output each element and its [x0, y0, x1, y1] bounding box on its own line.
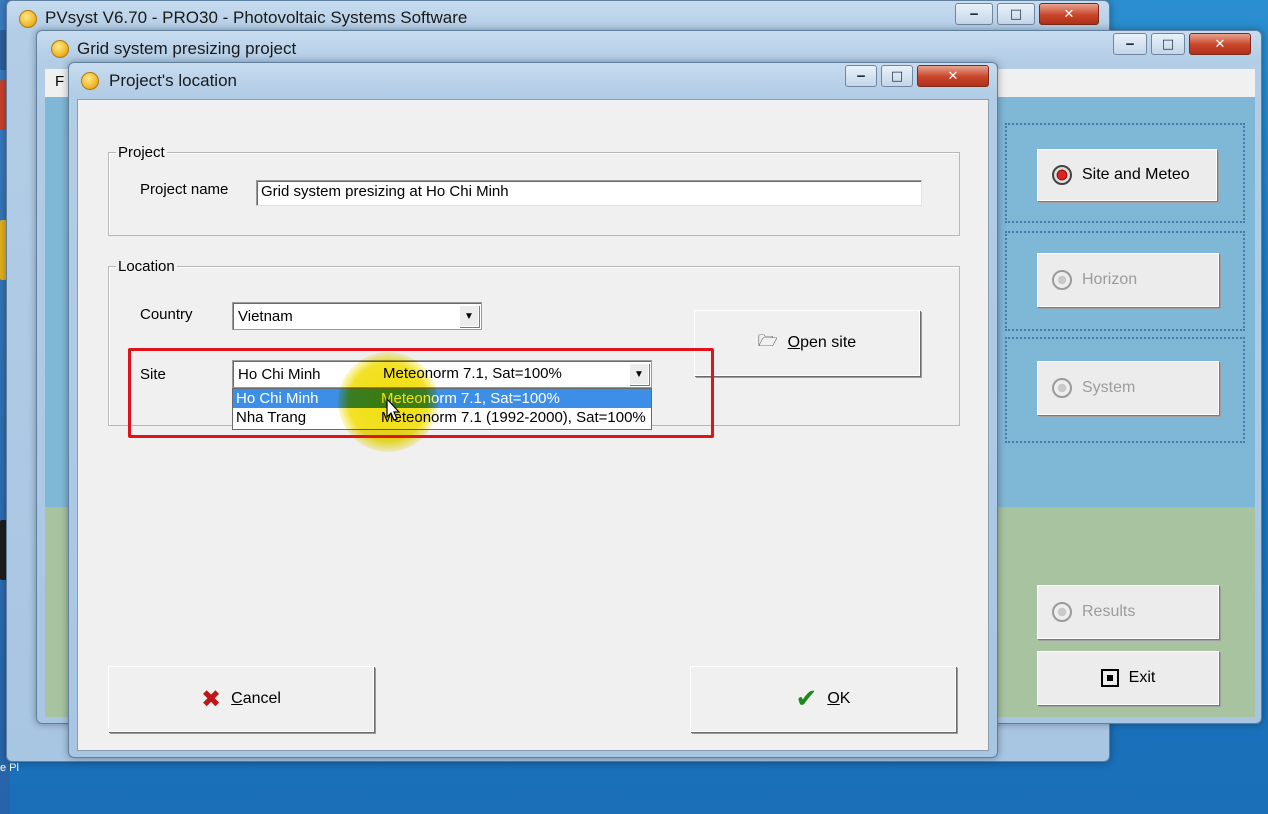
exit-button[interactable]: Exit [1037, 651, 1219, 705]
status-dot-icon [1052, 165, 1072, 185]
close-icon: ✕ [1214, 36, 1226, 52]
desktop-label: e Pl [0, 762, 19, 774]
close-button[interactable]: ✕ [1039, 3, 1099, 25]
menu-file[interactable]: F [55, 73, 64, 90]
chevron-down-icon[interactable]: ▼ [459, 305, 479, 327]
location-group-title: Location [116, 258, 177, 275]
results-label: Results [1082, 603, 1136, 620]
folder-open-icon: 🗁 [757, 332, 778, 350]
results-button[interactable]: Results [1037, 585, 1219, 639]
maximize-icon: □ [1009, 6, 1023, 22]
cancel-icon: ✖ [201, 685, 222, 713]
project-window-title: Grid system presizing project [77, 39, 297, 58]
project-group-title: Project [116, 144, 167, 161]
close-icon: ✕ [947, 68, 959, 84]
open-site-label: Open site [787, 334, 857, 351]
maximize-icon: □ [1161, 36, 1175, 52]
minimize-icon: ‒ [856, 68, 866, 84]
horizon-label: Horizon [1082, 271, 1138, 288]
main-window-title: PVsyst V6.70 - PRO30 - Photovoltaic Syst… [45, 8, 468, 27]
horizon-button[interactable]: Horizon [1037, 253, 1219, 307]
minimize-button[interactable]: ‒ [845, 65, 877, 87]
status-dot-icon [1052, 602, 1072, 622]
country-select[interactable]: Vietnam ▼ [232, 302, 482, 330]
close-button[interactable]: ✕ [1189, 33, 1251, 55]
checkmark-icon: ✔ [795, 684, 818, 714]
maximize-button[interactable]: □ [881, 65, 913, 87]
cancel-button[interactable]: ✖ Cancel [108, 666, 374, 732]
open-site-button[interactable]: 🗁 Open site [694, 310, 920, 376]
close-icon: ✕ [1063, 6, 1075, 22]
country-label: Country [140, 306, 193, 323]
minimize-button[interactable]: ‒ [1113, 33, 1147, 55]
project-name-label: Project name [140, 181, 229, 198]
annotation-highlight-box [128, 348, 714, 438]
minimize-icon: ‒ [1125, 36, 1135, 52]
system-label: System [1082, 379, 1136, 396]
maximize-icon: □ [890, 68, 904, 84]
site-and-meteo-label: Site and Meteo [1082, 166, 1190, 183]
app-icon [51, 40, 69, 58]
dialog-title: Project's location [109, 71, 237, 90]
country-value: Vietnam [238, 307, 293, 325]
app-icon [81, 72, 99, 90]
maximize-button[interactable]: □ [1151, 33, 1185, 55]
minimize-icon: ‒ [969, 6, 979, 22]
cancel-label: Cancel [231, 690, 281, 707]
status-dot-icon [1052, 378, 1072, 398]
status-dot-icon [1052, 270, 1072, 290]
ok-button[interactable]: ✔ OK [690, 666, 956, 732]
app-icon [19, 10, 37, 28]
project-name-input[interactable]: Grid system presizing at Ho Chi Minh [256, 180, 922, 206]
system-button[interactable]: System [1037, 361, 1219, 415]
close-button[interactable]: ✕ [917, 65, 989, 87]
ok-label: OK [827, 690, 851, 707]
site-and-meteo-button[interactable]: Site and Meteo [1037, 149, 1217, 201]
exit-icon [1100, 669, 1119, 687]
minimize-button[interactable]: ‒ [955, 3, 993, 25]
exit-label: Exit [1128, 669, 1156, 686]
maximize-button[interactable]: □ [997, 3, 1035, 25]
